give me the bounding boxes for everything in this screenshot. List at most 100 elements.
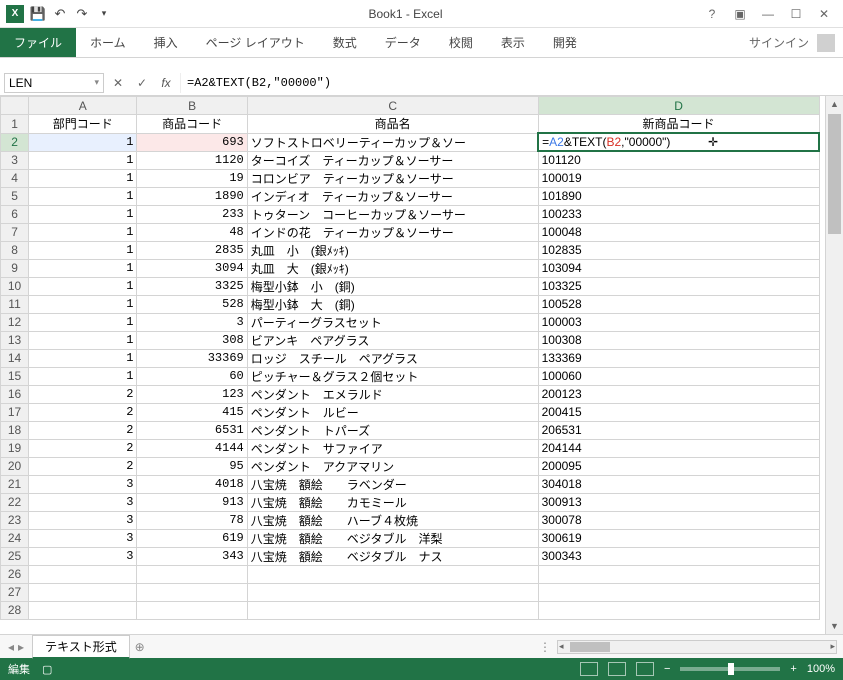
cell-A27[interactable]	[29, 583, 137, 601]
tab-insert[interactable]: 挿入	[140, 28, 192, 57]
scroll-down-icon[interactable]: ▼	[826, 618, 843, 634]
cell-D1[interactable]: 新商品コード	[538, 115, 819, 134]
tab-review[interactable]: 校閲	[435, 28, 487, 57]
avatar-icon[interactable]	[817, 34, 835, 52]
cell-C24[interactable]: 八宝焼 額絵 ベジタブル 洋梨	[247, 529, 538, 547]
cell-D16[interactable]: 200123	[538, 385, 819, 403]
cell-A23[interactable]: 3	[29, 511, 137, 529]
row-header-3[interactable]: 3	[1, 151, 29, 169]
page-break-view-icon[interactable]	[636, 662, 654, 676]
hscroll-split-icon[interactable]: ⋮	[539, 640, 551, 654]
cell-B14[interactable]: 33369	[137, 349, 247, 367]
cell-B28[interactable]	[137, 601, 247, 619]
cell-C14[interactable]: ロッジ スチール ペアグラス	[247, 349, 538, 367]
cell-C4[interactable]: コロンビア ティーカップ＆ソーサー	[247, 169, 538, 187]
cell-D21[interactable]: 304018	[538, 475, 819, 493]
zoom-in-icon[interactable]: +	[790, 663, 796, 675]
cell-D18[interactable]: 206531	[538, 421, 819, 439]
cell-D15[interactable]: 100060	[538, 367, 819, 385]
row-header-28[interactable]: 28	[1, 601, 29, 619]
cell-C12[interactable]: パーティーグラスセット	[247, 313, 538, 331]
name-box[interactable]: LEN ▾	[4, 73, 104, 93]
cell-A1[interactable]: 部門コード	[29, 115, 137, 134]
row-header-14[interactable]: 14	[1, 349, 29, 367]
cell-D6[interactable]: 100233	[538, 205, 819, 223]
cell-B18[interactable]: 6531	[137, 421, 247, 439]
cell-D20[interactable]: 200095	[538, 457, 819, 475]
row-header-13[interactable]: 13	[1, 331, 29, 349]
scroll-up-icon[interactable]: ▲	[826, 96, 843, 112]
row-header-11[interactable]: 11	[1, 295, 29, 313]
tab-formulas[interactable]: 数式	[319, 28, 371, 57]
help-icon[interactable]: ?	[703, 5, 721, 23]
ribbon-display-icon[interactable]: ▣	[731, 5, 749, 23]
cell-A26[interactable]	[29, 565, 137, 583]
cell-C26[interactable]	[247, 565, 538, 583]
cell-B25[interactable]: 343	[137, 547, 247, 565]
cell-C27[interactable]	[247, 583, 538, 601]
cell-C28[interactable]	[247, 601, 538, 619]
row-header-5[interactable]: 5	[1, 187, 29, 205]
row-header-22[interactable]: 22	[1, 493, 29, 511]
col-header-D[interactable]: D	[538, 97, 819, 115]
cell-B8[interactable]: 2835	[137, 241, 247, 259]
cell-D17[interactable]: 200415	[538, 403, 819, 421]
row-header-23[interactable]: 23	[1, 511, 29, 529]
cell-B3[interactable]: 1120	[137, 151, 247, 169]
cell-D10[interactable]: 103325	[538, 277, 819, 295]
cell-D26[interactable]	[538, 565, 819, 583]
cell-B7[interactable]: 48	[137, 223, 247, 241]
cell-C3[interactable]: ターコイズ ティーカップ＆ソーサー	[247, 151, 538, 169]
cell-C19[interactable]: ペンダント サファイア	[247, 439, 538, 457]
cell-D28[interactable]	[538, 601, 819, 619]
cell-A2[interactable]: 1	[29, 133, 137, 151]
scroll-thumb[interactable]	[828, 114, 841, 234]
row-header-4[interactable]: 4	[1, 169, 29, 187]
cell-B11[interactable]: 528	[137, 295, 247, 313]
cell-B19[interactable]: 4144	[137, 439, 247, 457]
signin-link[interactable]: サインイン	[749, 34, 809, 51]
cell-D19[interactable]: 204144	[538, 439, 819, 457]
redo-icon[interactable]: ↷	[74, 6, 90, 22]
cell-B21[interactable]: 4018	[137, 475, 247, 493]
cell-A7[interactable]: 1	[29, 223, 137, 241]
cell-A13[interactable]: 1	[29, 331, 137, 349]
cell-C22[interactable]: 八宝焼 額絵 カモミール	[247, 493, 538, 511]
cell-D27[interactable]	[538, 583, 819, 601]
sheet-nav[interactable]: ◂▸	[0, 640, 32, 654]
cell-C1[interactable]: 商品名	[247, 115, 538, 134]
cell-D22[interactable]: 300913	[538, 493, 819, 511]
tab-file[interactable]: ファイル	[0, 28, 76, 57]
cell-C2[interactable]: ソフトストロベリーティーカップ＆ソー	[247, 133, 538, 151]
cell-C9[interactable]: 丸皿 大 (銀ﾒｯｷ)	[247, 259, 538, 277]
row-header-18[interactable]: 18	[1, 421, 29, 439]
cell-D5[interactable]: 101890	[538, 187, 819, 205]
cell-D23[interactable]: 300078	[538, 511, 819, 529]
vertical-scrollbar[interactable]: ▲ ▼	[825, 96, 843, 634]
minimize-icon[interactable]: —	[759, 5, 777, 23]
col-header-C[interactable]: C	[247, 97, 538, 115]
tab-page-layout[interactable]: ページ レイアウト	[192, 28, 319, 57]
cancel-formula-icon[interactable]: ✕	[108, 73, 128, 93]
cell-B17[interactable]: 415	[137, 403, 247, 421]
cell-B24[interactable]: 619	[137, 529, 247, 547]
cell-A25[interactable]: 3	[29, 547, 137, 565]
macro-record-icon[interactable]: ▢	[42, 663, 52, 676]
row-header-17[interactable]: 17	[1, 403, 29, 421]
cell-C23[interactable]: 八宝焼 額絵 ハーブ４枚焼	[247, 511, 538, 529]
cell-C16[interactable]: ペンダント エメラルド	[247, 385, 538, 403]
cell-C13[interactable]: ビアンキ ペアグラス	[247, 331, 538, 349]
cell-B13[interactable]: 308	[137, 331, 247, 349]
row-header-10[interactable]: 10	[1, 277, 29, 295]
formula-input[interactable]: =A2&TEXT(B2,"00000")	[180, 73, 839, 93]
cell-D3[interactable]: 101120	[538, 151, 819, 169]
cell-A17[interactable]: 2	[29, 403, 137, 421]
row-header-7[interactable]: 7	[1, 223, 29, 241]
cell-B12[interactable]: 3	[137, 313, 247, 331]
cell-B27[interactable]	[137, 583, 247, 601]
horizontal-scrollbar[interactable]: ◂ ▸	[557, 640, 837, 654]
cell-D7[interactable]: 100048	[538, 223, 819, 241]
cell-D11[interactable]: 100528	[538, 295, 819, 313]
accept-formula-icon[interactable]: ✓	[132, 73, 152, 93]
cell-C17[interactable]: ペンダント ルビー	[247, 403, 538, 421]
